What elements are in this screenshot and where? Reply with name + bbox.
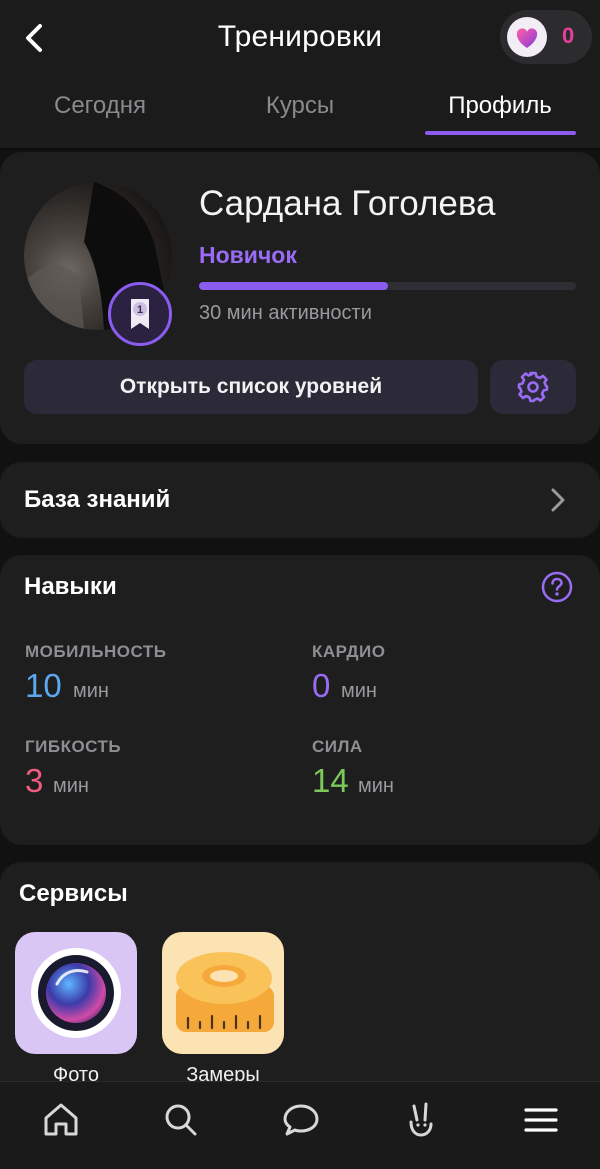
gear-icon	[517, 371, 549, 403]
level-name: Новичок	[199, 242, 297, 268]
nav-search[interactable]	[161, 1100, 201, 1140]
tab-bar: Сегодня Курсы Профиль	[0, 92, 600, 136]
chat-icon	[283, 1104, 319, 1136]
search-icon	[165, 1104, 197, 1136]
skill-cardio-value: 0	[312, 667, 331, 704]
skill-mobility-value: 10	[25, 667, 62, 704]
active-tab-indicator	[425, 131, 576, 135]
bottom-navigation	[0, 1081, 600, 1169]
skill-strength-label: СИЛА	[312, 737, 363, 756]
skill-strength-unit: мин	[358, 775, 394, 797]
skill-flexibility-unit: мин	[53, 775, 89, 797]
bunny-icon	[409, 1102, 433, 1137]
camera-lens-icon	[31, 948, 121, 1038]
level-progress-fill	[199, 282, 388, 290]
settings-button[interactable]	[490, 360, 576, 414]
tab-profile[interactable]: Профиль	[400, 92, 600, 120]
skills-card: Навыки МОБИЛЬНОСТЬ 10 мин КАРДИО 0 мин Г…	[0, 555, 600, 845]
level-progress-bar	[199, 282, 576, 290]
service-photo-tile[interactable]	[15, 932, 137, 1054]
skill-cardio-unit: мин	[341, 680, 377, 702]
service-measurements-tile[interactable]	[162, 932, 284, 1054]
home-icon	[44, 1103, 78, 1136]
coin-count: 0	[562, 23, 575, 48]
open-levels-button[interactable]: Открыть список уровней	[24, 360, 478, 414]
activity-text: 30 мин активности	[199, 302, 372, 324]
header: Тренировки 0 Сегодня Курсы Профиль	[0, 0, 600, 150]
skill-flexibility-label: ГИБКОСТЬ	[25, 737, 122, 756]
chevron-right-icon	[551, 488, 565, 512]
level-badge-number: 1	[137, 304, 143, 316]
tab-courses[interactable]: Курсы	[200, 92, 400, 120]
profile-card: 1 Сардана Гоголева Новичок 30 мин активн…	[0, 152, 600, 444]
measuring-tape-icon	[176, 952, 274, 1032]
nav-menu[interactable]	[521, 1100, 561, 1140]
knowledge-base-row[interactable]: База знаний	[0, 462, 600, 538]
help-icon[interactable]	[541, 571, 573, 603]
user-name: Сардана Гоголева	[199, 184, 496, 223]
menu-icon	[524, 1108, 558, 1132]
skill-flexibility-value: 3	[25, 762, 44, 799]
level-badge-icon: 1	[108, 282, 172, 346]
tab-today[interactable]: Сегодня	[0, 92, 200, 120]
heart-coin-icon	[507, 17, 547, 57]
divider	[0, 148, 600, 150]
skill-mobility-label: МОБИЛЬНОСТЬ	[25, 642, 167, 661]
nav-chat[interactable]	[281, 1100, 321, 1140]
knowledge-base-label: База знаний	[24, 486, 171, 513]
coin-balance[interactable]: 0	[500, 10, 592, 64]
skill-strength-value: 14	[312, 762, 349, 799]
services-title: Сервисы	[19, 880, 128, 907]
skill-mobility-unit: мин	[73, 680, 109, 702]
nav-home[interactable]	[41, 1100, 81, 1140]
skill-cardio-label: КАРДИО	[312, 642, 386, 661]
skills-title: Навыки	[24, 573, 117, 600]
nav-bunny[interactable]	[401, 1100, 441, 1140]
